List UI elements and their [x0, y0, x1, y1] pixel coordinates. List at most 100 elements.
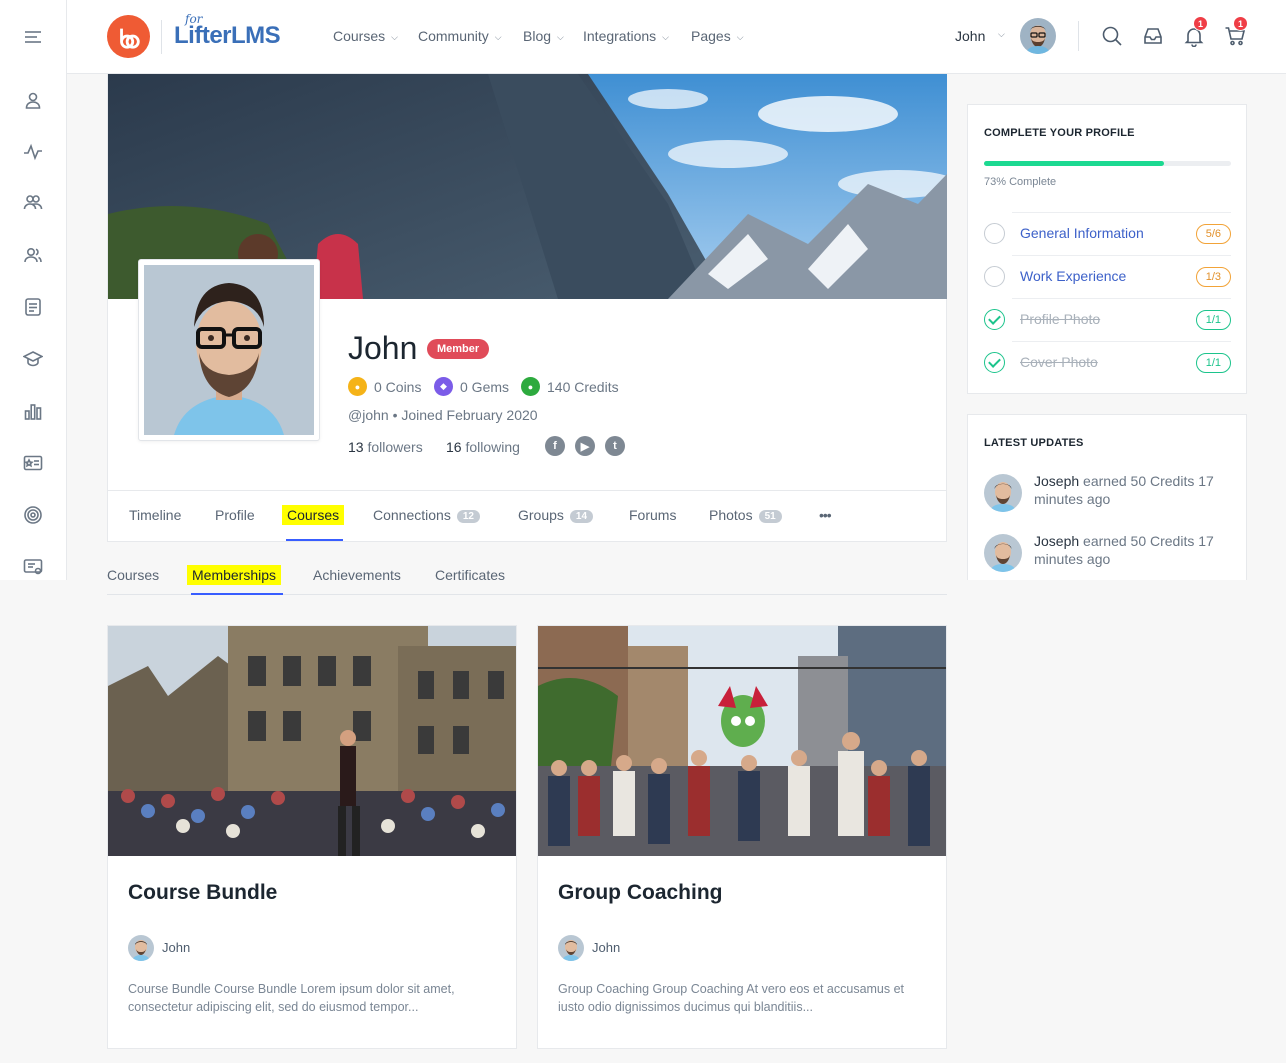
logo-divider [161, 20, 162, 54]
user-name[interactable]: John [955, 28, 985, 44]
nav-community[interactable]: Community ⌵ [418, 28, 502, 44]
inbox-icon[interactable] [1142, 25, 1164, 47]
widget-title: LATEST UPDATES [984, 437, 1084, 449]
membership-title[interactable]: Group Coaching [558, 881, 723, 905]
chevron-down-icon: ⌵ [494, 32, 502, 42]
courses-icon[interactable] [21, 347, 45, 371]
connections-count: 12 [456, 510, 480, 523]
membership-image[interactable] [108, 626, 516, 856]
gems-stat: ◆ 0 Gems [434, 377, 509, 396]
unchecked-circle-icon [984, 266, 1005, 287]
item-count: 1/1 [1195, 353, 1231, 373]
header-divider [1078, 21, 1079, 51]
chevron-down-icon: ⌵ [736, 32, 744, 42]
youtube-icon[interactable]: ▶ [575, 436, 595, 456]
tab-profile[interactable]: Profile [215, 507, 255, 523]
profile-item-general[interactable]: General Information 5/6 [984, 212, 1231, 255]
groups-icon[interactable] [21, 190, 45, 214]
avatar [984, 474, 1022, 512]
top-header: for LifterLMS Courses ⌵ Community ⌵ Blog ⌵ … [67, 0, 1286, 74]
nav-integrations[interactable]: Integrations ⌵ [583, 28, 669, 44]
chevron-down-icon: ⌵ [662, 32, 669, 42]
notifications-badge: 1 [1193, 16, 1208, 31]
logo-text[interactable]: LifterLMS [174, 22, 281, 50]
left-rail [0, 0, 67, 580]
profile-item-cover[interactable]: Cover Photo 1/1 [984, 341, 1231, 384]
search-icon[interactable] [1101, 25, 1123, 47]
groups-count: 14 [569, 510, 594, 523]
subtab-courses[interactable]: Courses [107, 567, 159, 583]
nav-courses[interactable]: Courses ⌵ [333, 28, 398, 44]
author-avatar [558, 935, 584, 961]
followers-link[interactable]: 13 followers [348, 439, 423, 455]
subtab-achievements[interactable]: Achievements [313, 567, 401, 583]
member-type-badge: Member [427, 339, 490, 359]
tab-photos[interactable]: Photos 51 [709, 507, 782, 523]
active-tab-indicator [286, 539, 343, 541]
tab-forums[interactable]: Forums [629, 507, 676, 523]
profile-meta: @john • Joined February 2020 [348, 407, 538, 423]
membership-card[interactable]: Group Coaching John Group Coaching Group… [537, 625, 947, 1049]
profile-progress-fill [984, 161, 1165, 166]
menu-icon[interactable] [21, 25, 45, 49]
profile-item-work[interactable]: Work Experience 1/3 [984, 255, 1231, 298]
logo-mark[interactable] [107, 15, 150, 58]
profile-avatar[interactable] [138, 259, 320, 441]
complete-profile-widget: COMPLETE YOUR PROFILE 73% Complete Gener… [967, 104, 1247, 394]
item-count: 1/1 [1195, 310, 1231, 330]
unchecked-circle-icon [984, 223, 1005, 244]
membership-description: Group Coaching Group Coaching At vero eo… [558, 982, 905, 1014]
membership-title[interactable]: Course Bundle [128, 881, 277, 905]
author-avatar [128, 935, 154, 961]
more-tabs-icon[interactable]: ••• [819, 507, 832, 523]
check-circle-icon [984, 309, 1005, 330]
chevron-down-icon[interactable]: ⌵ [998, 29, 1005, 40]
membership-image[interactable] [538, 626, 946, 856]
avatar [984, 534, 1022, 572]
tab-courses[interactable]: Courses [282, 505, 345, 525]
author-name[interactable]: John [592, 940, 620, 955]
tabs-divider [108, 490, 947, 491]
nav-blog[interactable]: Blog ⌵ [523, 28, 564, 44]
tab-timeline[interactable]: Timeline [129, 507, 181, 523]
membership-description: Course Bundle Course Bundle Lorem ipsum … [128, 982, 455, 1014]
chevron-down-icon: ⌵ [391, 32, 398, 42]
photos-count: 51 [758, 510, 782, 523]
credit-icon: ● [521, 377, 540, 396]
certificate-icon[interactable] [21, 555, 45, 579]
forums-icon[interactable] [21, 295, 45, 319]
coin-icon: ● [348, 377, 367, 396]
chevron-down-icon: ⌵ [557, 32, 564, 42]
twitter-icon[interactable]: t [605, 436, 625, 456]
tab-connections[interactable]: Connections 12 [373, 507, 480, 523]
tab-groups[interactable]: Groups 14 [518, 507, 594, 523]
cart-badge: 1 [1233, 16, 1248, 31]
profile-card: John Member ● 0 Coins ◆ 0 Gems ● 140 Credit… [107, 74, 947, 542]
active-subtab-indicator [191, 593, 283, 595]
profile-name: John [348, 330, 418, 366]
latest-updates-widget: LATEST UPDATES Joseph earned 50 Credits … [967, 414, 1247, 580]
check-circle-icon [984, 352, 1005, 373]
following-link[interactable]: 16 following [446, 439, 520, 455]
activity-icon[interactable] [21, 140, 45, 164]
author-name[interactable]: John [162, 940, 190, 955]
subtab-memberships[interactable]: Memberships [187, 565, 282, 585]
subtab-certificates[interactable]: Certificates [435, 567, 505, 583]
facebook-icon[interactable]: f [545, 436, 565, 456]
profile-icon[interactable] [21, 88, 45, 112]
widget-title: COMPLETE YOUR PROFILE [984, 127, 1135, 139]
user-avatar[interactable] [1020, 18, 1056, 54]
coins-stat: ● 0 Coins [348, 377, 421, 396]
gem-icon: ◆ [434, 377, 453, 396]
progress-label: 73% Complete [984, 176, 1057, 188]
nav-pages[interactable]: Pages ⌵ [691, 28, 744, 44]
profile-progress-bar [984, 161, 1231, 166]
credits-stat: ● 140 Credits [521, 377, 619, 396]
badges-icon[interactable] [21, 451, 45, 475]
target-icon[interactable] [21, 503, 45, 527]
item-count: 5/6 [1195, 224, 1231, 244]
stats-icon[interactable] [21, 399, 45, 423]
profile-item-photo[interactable]: Profile Photo 1/1 [984, 298, 1231, 341]
membership-card[interactable]: Course Bundle John Course Bundle Course … [107, 625, 517, 1049]
members-icon[interactable] [21, 243, 45, 267]
